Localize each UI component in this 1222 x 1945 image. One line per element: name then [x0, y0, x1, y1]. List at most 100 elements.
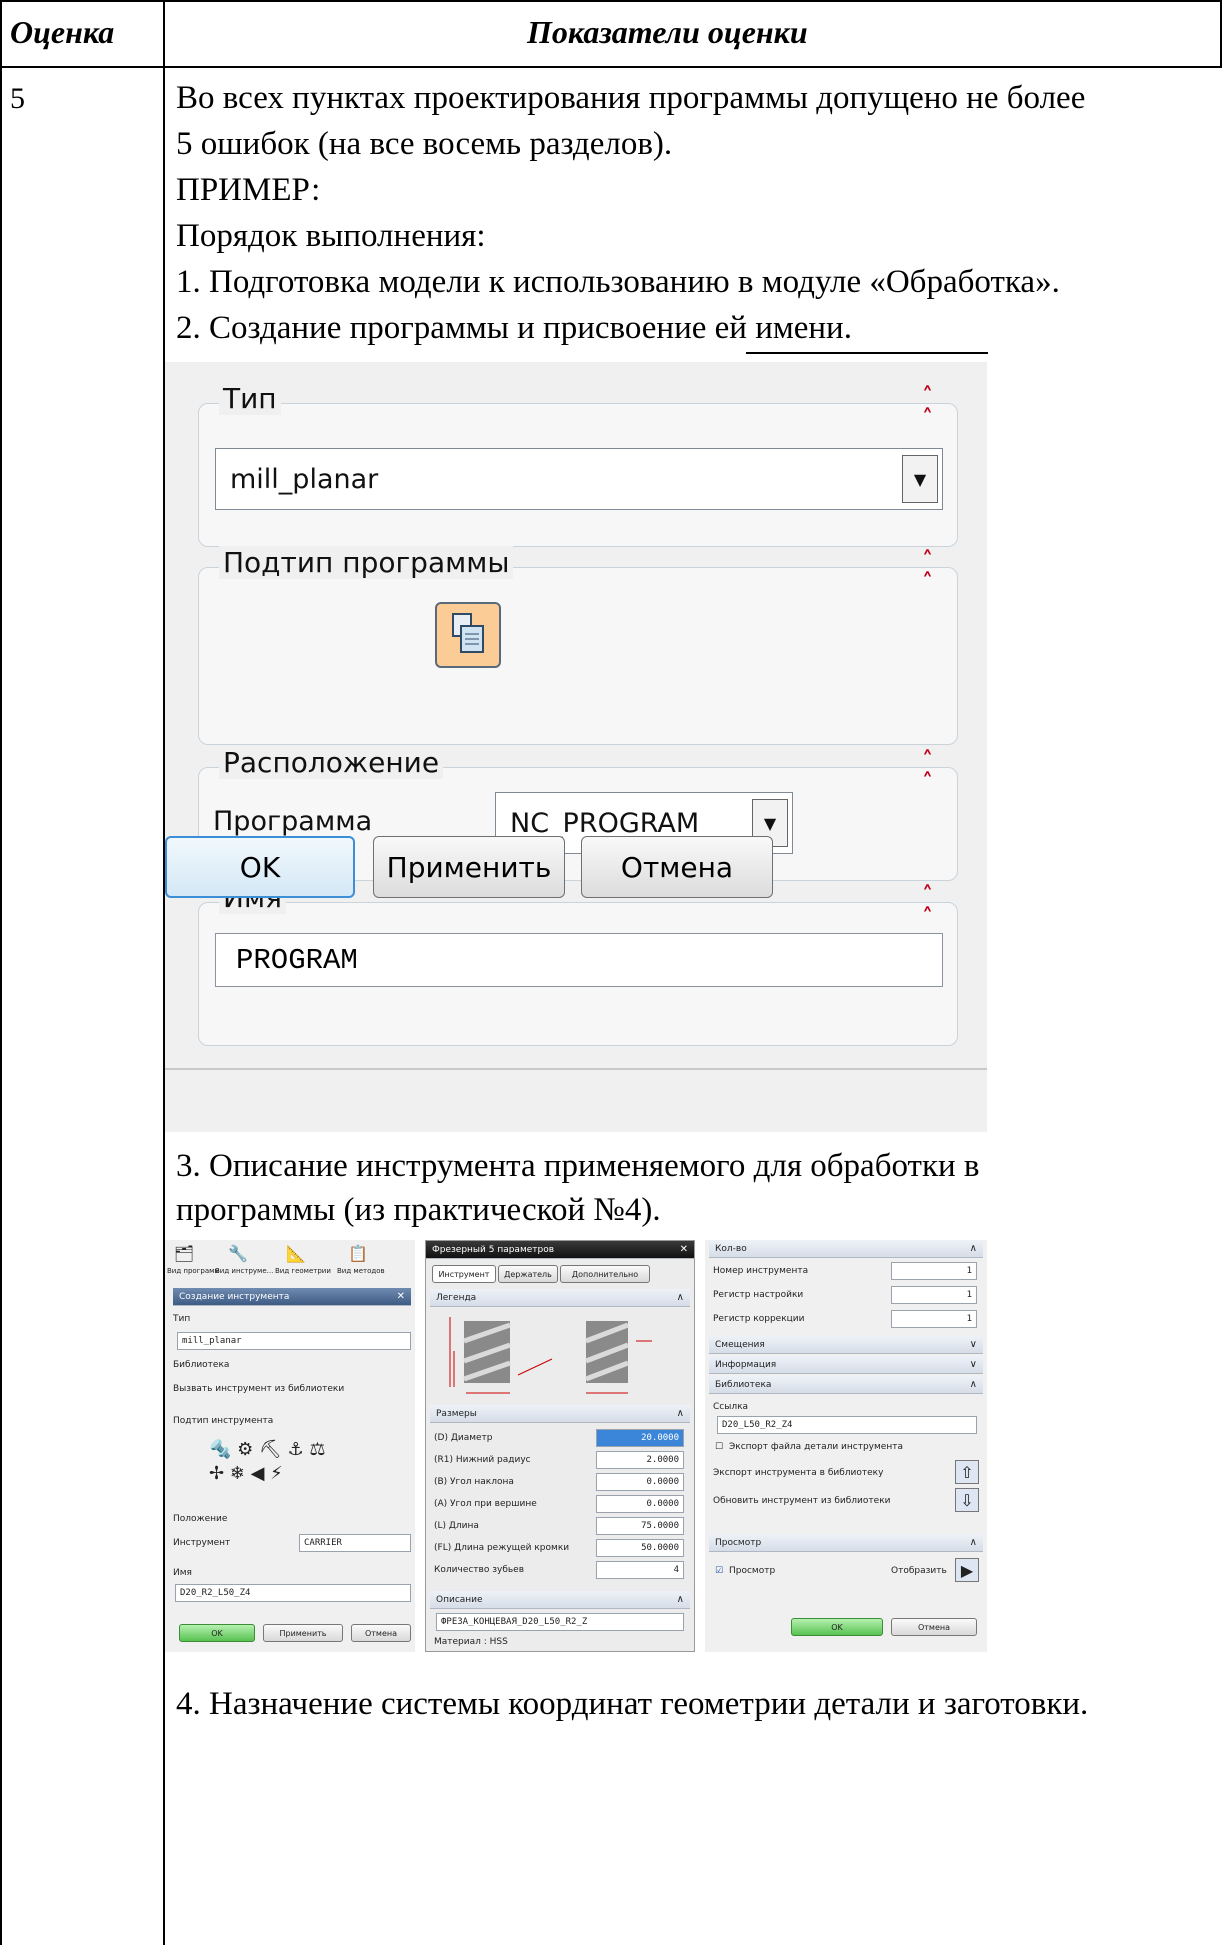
collapse-up-icon[interactable]: ∧	[970, 1534, 977, 1552]
program-label: Программа	[213, 806, 373, 837]
subtype-group-title: Подтип программы	[219, 546, 514, 579]
export-library-icon[interactable]: ⇧	[955, 1460, 979, 1484]
correction-register-input[interactable]: 1	[891, 1310, 977, 1328]
param-input[interactable]: 50.0000	[596, 1539, 684, 1557]
tool-ok-button[interactable]: OK	[179, 1624, 255, 1642]
sizes-section[interactable]: Размеры ∧	[430, 1405, 690, 1423]
collapse-chevron-icon[interactable]: ˄ ˄	[922, 885, 933, 929]
toolbar-program-view[interactable]: Вид программ	[167, 1264, 220, 1278]
chevron-down-icon[interactable]: ▼	[902, 455, 938, 503]
export-part-file-checkbox[interactable]: Экспорт файла детали инструмента	[729, 1440, 903, 1454]
collapse-up-icon[interactable]: ∧	[677, 1405, 684, 1423]
param-input[interactable]: 20.0000	[596, 1429, 684, 1447]
collapse-up-icon[interactable]: ∧	[970, 1240, 977, 1258]
legend-section[interactable]: Легенда ∧	[430, 1289, 690, 1307]
tool-number-input[interactable]: 1	[891, 1262, 977, 1280]
tool-label: Инструмент	[173, 1538, 231, 1548]
param-input[interactable]: 2.0000	[596, 1451, 684, 1469]
link-input[interactable]: D20_L50_R2_Z4	[717, 1416, 977, 1434]
adjust-register-input[interactable]: 1	[891, 1286, 977, 1304]
dialog-separator	[165, 1068, 987, 1070]
collapse-chevron-icon[interactable]: ˄ ˄	[922, 750, 933, 794]
table-header-divider	[0, 66, 1222, 68]
link-label: Ссылка	[713, 1402, 749, 1412]
close-icon[interactable]: ✕	[680, 1241, 688, 1259]
tool-number-label: Номер инструмента	[713, 1266, 809, 1276]
mill-params-panel: Фрезерный 5 параметров ✕ Инструмент Держа…	[425, 1240, 695, 1652]
name-input[interactable]: PROGRAM	[215, 933, 943, 987]
tool-subtype-icons[interactable]: 🔩 ⚙ ⛏ ⚓ ⚖ ✢ ❄ ◀ ⚡	[209, 1438, 326, 1486]
toolbar-tool-view[interactable]: Вид инструме...	[215, 1264, 273, 1278]
score-value: 5	[10, 82, 25, 115]
create-tool-titlebar: Создание инструмента ✕	[173, 1288, 411, 1306]
preview-section[interactable]: Просмотр ∧	[709, 1534, 983, 1552]
library-section[interactable]: Библиотека ∧	[709, 1376, 983, 1394]
offsets-section[interactable]: Смещения ∨	[709, 1336, 983, 1354]
ok-button[interactable]: OK	[165, 836, 355, 898]
update-library-icon[interactable]: ⇩	[955, 1488, 979, 1512]
geometry-view-icon[interactable]: 📐	[285, 1242, 307, 1264]
tool-details-panel: Кол-во ∧ Номер инструмента 1 Регистр наст…	[705, 1240, 987, 1652]
type-combo[interactable]: mill_planar ▼	[215, 448, 943, 510]
param-input[interactable]: 0.0000	[596, 1495, 684, 1513]
chevron-down-icon[interactable]: ∨	[970, 1356, 977, 1374]
offsets-title: Смещения	[715, 1340, 765, 1350]
underline	[746, 352, 988, 354]
chevron-down-icon[interactable]: ∨	[970, 1336, 977, 1354]
close-icon[interactable]: ✕	[397, 1288, 405, 1306]
param-label: (D) Диаметр	[434, 1433, 493, 1443]
program-view-icon[interactable]: 🗂	[173, 1242, 195, 1264]
header-criteria: Показатели оценки	[527, 14, 808, 50]
count-title: Кол-во	[715, 1244, 747, 1254]
param-input[interactable]: 75.0000	[596, 1517, 684, 1535]
type-title: Тип	[173, 1314, 191, 1324]
text-line-5: 1. Подготовка модели к использованию в м…	[176, 264, 1060, 300]
tab-holder[interactable]: Держатель	[498, 1265, 558, 1283]
tool-name-input[interactable]: D20_R2_L50_Z4	[175, 1584, 411, 1602]
description-input[interactable]: ФРЕЗА_КОНЦЕВАЯ_D20_L50_R2_Z	[436, 1613, 684, 1631]
description-section[interactable]: Описание ∧	[430, 1591, 690, 1609]
param-input[interactable]: 0.0000	[596, 1473, 684, 1491]
collapse-up-icon[interactable]: ∧	[677, 1289, 684, 1307]
tool-type-combo[interactable]: mill_planar	[177, 1332, 411, 1350]
tool-cancel-button[interactable]: Отмена	[351, 1624, 411, 1642]
create-tool-title: Создание инструмента	[179, 1292, 290, 1302]
subtype-group: Подтип программы ˄ ˄	[198, 546, 958, 745]
program-subtype-icon[interactable]	[435, 602, 501, 668]
material-label: Материал : HSS	[434, 1637, 508, 1647]
show-icon[interactable]: ▶	[955, 1558, 979, 1582]
collapse-up-icon[interactable]: ∧	[677, 1591, 684, 1609]
cancel-button[interactable]: Отмена	[581, 836, 773, 898]
collapse-chevron-icon[interactable]: ˄ ˄	[922, 386, 933, 430]
preview-checkbox[interactable]: Просмотр	[729, 1564, 775, 1578]
details-cancel-button[interactable]: Отмена	[891, 1618, 977, 1636]
details-ok-button[interactable]: OK	[791, 1618, 883, 1636]
preview-checkbox-box[interactable]: ☑	[715, 1564, 723, 1578]
collapse-up-icon[interactable]: ∧	[970, 1376, 977, 1394]
info-section[interactable]: Информация ∨	[709, 1356, 983, 1374]
toolbar-geometry-view[interactable]: Вид геометрии	[275, 1264, 331, 1278]
table-left-border	[0, 0, 2, 1945]
document-page: Оценка Показатели оценки 5 Во всех пункт…	[0, 0, 1222, 1945]
library-title: Библиотека	[715, 1380, 772, 1390]
collapse-chevron-icon[interactable]: ˄ ˄	[922, 550, 933, 594]
apply-button[interactable]: Применить	[373, 836, 565, 898]
mill-params-title: Фрезерный 5 параметров	[432, 1245, 555, 1255]
param-input[interactable]: 4	[596, 1561, 684, 1579]
text-line-2: 5 ошибок (на все восемь разделов).	[176, 126, 673, 162]
tool-value[interactable]: CARRIER	[299, 1534, 411, 1552]
tab-extra[interactable]: Дополнительно	[560, 1265, 650, 1283]
method-view-icon[interactable]: 📋	[347, 1242, 369, 1264]
text-line-3: ПРИМЕР:	[176, 172, 321, 208]
tab-tool[interactable]: Инструмент	[432, 1265, 496, 1283]
toolbar-method-view[interactable]: Вид методов	[337, 1264, 385, 1278]
count-section[interactable]: Кол-во ∧	[709, 1240, 983, 1258]
tool-view-icon[interactable]: 🔧	[227, 1242, 249, 1264]
text-line-9: 4. Назначение системы координат геометри…	[176, 1686, 1089, 1722]
library-title: Библиотека	[173, 1360, 230, 1370]
info-title: Информация	[715, 1360, 777, 1370]
export-part-checkbox-box[interactable]: ☐	[715, 1440, 723, 1454]
text-line-6: 2. Создание программы и присвоение ей им…	[176, 310, 852, 346]
mill-params-titlebar: Фрезерный 5 параметров ✕	[426, 1241, 694, 1259]
tool-apply-button[interactable]: Применить	[263, 1624, 343, 1642]
